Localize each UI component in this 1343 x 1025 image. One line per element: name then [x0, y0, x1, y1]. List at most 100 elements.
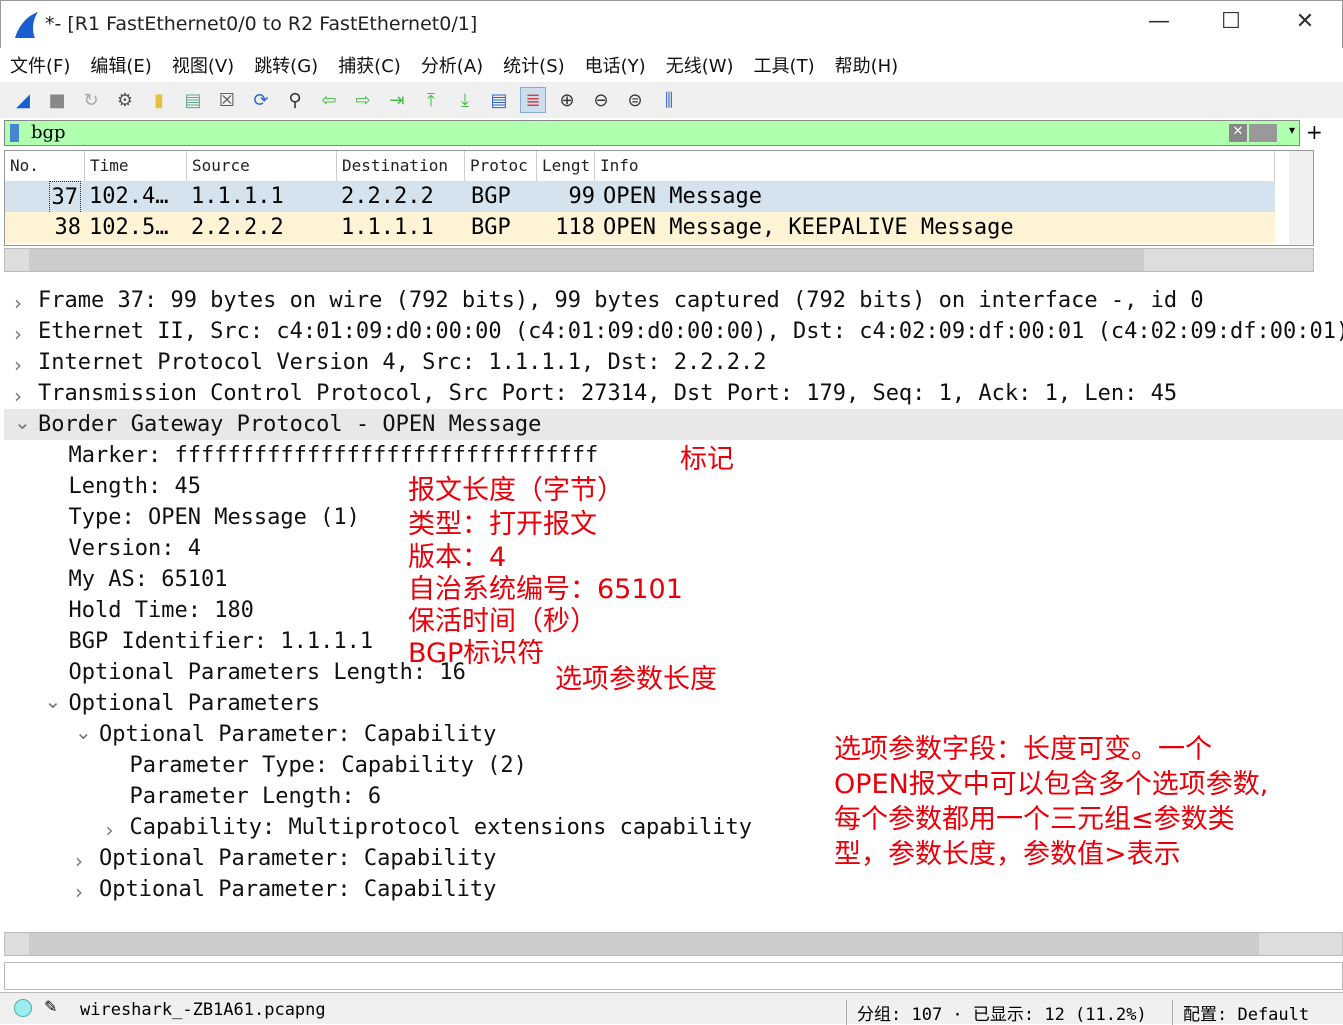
menu-item[interactable]: 分析(A): [421, 52, 483, 78]
restart-icon[interactable]: ↻: [78, 87, 104, 113]
menu-item[interactable]: 电话(Y): [585, 52, 646, 78]
column-header[interactable]: Destination: [337, 151, 465, 181]
last-packet-icon[interactable]: ⤓: [452, 87, 478, 113]
tree-item[interactable]: Length: 45: [69, 471, 201, 502]
zoom-out-icon[interactable]: ⊖: [588, 87, 614, 113]
expand-arrow-icon[interactable]: ›: [14, 291, 22, 315]
collapse-arrow-icon[interactable]: ⌄: [14, 410, 31, 434]
minimize-button[interactable]: —: [1139, 9, 1179, 34]
colorize-icon[interactable]: ≣: [520, 87, 546, 113]
packet-no: 38: [54, 215, 82, 240]
expand-arrow-icon[interactable]: ›: [14, 322, 22, 346]
tree-item[interactable]: Optional Parameter: Capability: [99, 874, 496, 905]
window-title: *- [R1 FastEthernet0/0 to R2 FastEtherne…: [45, 13, 478, 35]
packet-proto: BGP: [471, 215, 511, 240]
first-packet-icon[interactable]: ⤒: [418, 87, 444, 113]
tree-item[interactable]: Capability: Multiprotocol extensions cap…: [130, 812, 753, 843]
tree-item[interactable]: Version: 4: [69, 533, 201, 564]
menu-item[interactable]: 视图(V): [172, 52, 234, 78]
shark-fin-start-icon[interactable]: ◢: [10, 87, 36, 113]
bookmark-icon[interactable]: [10, 124, 19, 142]
menu-item[interactable]: 跳转(G): [254, 52, 318, 78]
tree-item[interactable]: Ethernet II, Src: c4:01:09:d0:00:00 (c4:…: [38, 316, 1343, 347]
capture-file-name: wireshark_-ZB1A61.pcapng: [80, 1000, 326, 1020]
stop-icon[interactable]: ■: [44, 87, 70, 113]
menu-item[interactable]: 无线(W): [666, 52, 734, 78]
tree-item[interactable]: Border Gateway Protocol - OPEN Message: [38, 409, 541, 440]
packet-dst: 2.2.2.2: [341, 184, 434, 209]
forward-arrow-icon[interactable]: ⇨: [350, 87, 376, 113]
zoom-normal-icon[interactable]: ⊜: [622, 87, 648, 113]
menu-item[interactable]: 帮助(H): [835, 52, 899, 78]
resize-columns-icon[interactable]: ⫼: [656, 87, 682, 113]
filter-value: bgp: [31, 122, 66, 143]
menu-item[interactable]: 文件(F): [10, 52, 70, 78]
column-header[interactable]: Protoc: [465, 151, 537, 181]
menu-item[interactable]: 捕获(C): [338, 52, 401, 78]
maximize-button[interactable]: ☐: [1211, 9, 1251, 34]
expand-arrow-icon[interactable]: ›: [106, 818, 114, 842]
expert-info-icon[interactable]: [14, 999, 32, 1017]
details-hscrollbar[interactable]: [4, 932, 1343, 956]
tree-item[interactable]: Optional Parameter: Capability: [99, 719, 496, 750]
menu-item[interactable]: 统计(S): [503, 52, 564, 78]
collapse-arrow-icon[interactable]: ⌄: [75, 720, 92, 744]
find-icon[interactable]: ⚲: [282, 87, 308, 113]
display-filter-input[interactable]: bgp ✕ ▾: [4, 120, 1300, 146]
tree-item[interactable]: Frame 37: 99 bytes on wire (792 bits), 9…: [38, 285, 1204, 316]
column-header[interactable]: Time: [85, 151, 187, 181]
tree-item[interactable]: Type: OPEN Message (1): [69, 502, 360, 533]
tree-item[interactable]: Transmission Control Protocol, Src Port:…: [38, 378, 1177, 409]
reload-icon[interactable]: ⟳: [248, 87, 274, 113]
tree-item[interactable]: My AS: 65101: [69, 564, 228, 595]
tree-item[interactable]: Parameter Type: Capability (2): [130, 750, 527, 781]
annotation-opt4: 型，参数长度，参数值>表示: [834, 839, 1181, 870]
collapse-arrow-icon[interactable]: ⌄: [45, 689, 62, 713]
apply-filter-icon[interactable]: [1249, 124, 1277, 142]
edit-comment-icon[interactable]: ✎: [44, 997, 57, 1016]
menu-item[interactable]: 工具(T): [754, 52, 815, 78]
zoom-in-icon[interactable]: ⊕: [554, 87, 580, 113]
packet-row[interactable]: 38 102.5… 2.2.2.2 1.1.1.1 BGP 118 OPEN Message…: [5, 212, 1275, 243]
packet-list: No. Time Source Destination Protoc Lengt Info …: [4, 150, 1314, 246]
packet-count: 分组: 107 · 已显示: 12 (11.2%): [846, 1000, 1147, 1025]
packet-src: 2.2.2.2: [191, 215, 284, 240]
menu-item[interactable]: 编辑(E): [90, 52, 151, 78]
back-arrow-icon[interactable]: ⇦: [316, 87, 342, 113]
menu-bar: 文件(F) 编辑(E) 视图(V) 跳转(G) 捕获(C) 分析(A) 统计(S) 电话(Y)…: [0, 48, 1343, 82]
packet-list-hscrollbar[interactable]: [4, 248, 1314, 272]
tree-item[interactable]: Parameter Length: 6: [130, 781, 382, 812]
profile-label[interactable]: 配置: Default: [1172, 1000, 1309, 1025]
file-icon[interactable]: ▤: [180, 87, 206, 113]
expand-arrow-icon[interactable]: ›: [14, 353, 22, 377]
expand-arrow-icon[interactable]: ›: [14, 384, 22, 408]
open-folder-icon[interactable]: ▮: [146, 87, 172, 113]
column-header[interactable]: Source: [187, 151, 337, 181]
annotation-marker: 标记: [680, 444, 734, 475]
goto-packet-icon[interactable]: ⇥: [384, 87, 410, 113]
packet-no: 37: [48, 181, 81, 214]
packet-row[interactable]: 37 102.4… 1.1.1.1 2.2.2.2 BGP 99 OPEN Message: [5, 181, 1275, 214]
tree-item[interactable]: BGP Identifier: 1.1.1.1: [69, 626, 374, 657]
tree-item[interactable]: Internet Protocol Version 4, Src: 1.1.1.…: [38, 347, 766, 378]
clear-filter-icon[interactable]: ✕: [1229, 124, 1247, 142]
tree-item[interactable]: Hold Time: 180: [69, 595, 254, 626]
column-header[interactable]: Lengt: [537, 151, 595, 181]
close-button[interactable]: ✕: [1285, 9, 1325, 34]
close-file-icon[interactable]: ☒: [214, 87, 240, 113]
tree-item[interactable]: Marker: ffffffffffffffffffffffffffffffff: [69, 440, 599, 471]
add-filter-button-icon[interactable]: +: [1306, 120, 1323, 144]
options-gear-icon[interactable]: ⚙: [112, 87, 138, 113]
tree-item[interactable]: Optional Parameters Length: 16: [69, 657, 466, 688]
tree-item[interactable]: Optional Parameters: [69, 688, 321, 719]
packet-list-vscrollbar[interactable]: [1289, 151, 1313, 245]
annotation-optlen: 选项参数长度: [555, 664, 717, 695]
filter-history-dropdown-icon[interactable]: ▾: [1289, 123, 1295, 137]
packet-len: 99: [568, 184, 596, 209]
expand-arrow-icon[interactable]: ›: [75, 880, 83, 904]
tree-item[interactable]: Optional Parameter: Capability: [99, 843, 496, 874]
expand-arrow-icon[interactable]: ›: [75, 849, 83, 873]
column-header[interactable]: No.: [5, 151, 85, 181]
column-header[interactable]: Info: [595, 151, 1275, 181]
autoscroll-icon[interactable]: ▤: [486, 87, 512, 113]
